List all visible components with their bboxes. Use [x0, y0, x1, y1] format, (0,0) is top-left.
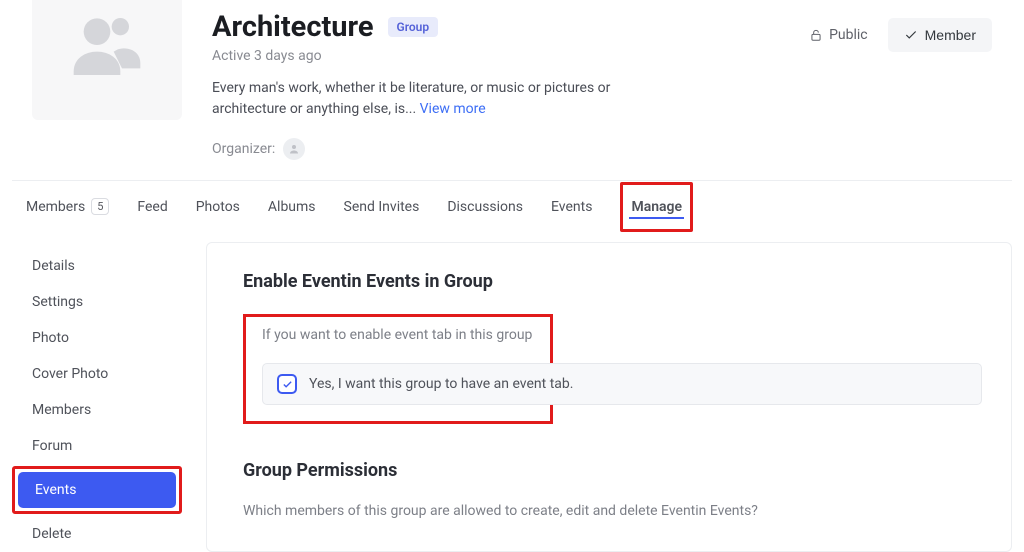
tab-albums[interactable]: Albums [268, 185, 316, 229]
tab-manage[interactable]: Manage [629, 189, 684, 225]
group-title: Architecture [212, 10, 374, 44]
highlight-sidebar-events: Events [12, 466, 182, 514]
organizer-label: Organizer: [212, 141, 275, 157]
sidebar-item-delete[interactable]: Delete [12, 516, 182, 552]
tabs-nav: Members 5 Feed Photos Albums Send Invite… [12, 180, 1012, 232]
members-count-badge: 5 [91, 198, 109, 215]
check-icon [282, 379, 293, 390]
enable-events-hint: If you want to enable event tab in this … [262, 327, 534, 343]
enable-events-checkbox-row[interactable]: Yes, I want this group to have an event … [262, 363, 982, 405]
group-icon [67, 5, 147, 85]
group-permissions-title: Group Permissions [243, 460, 975, 481]
sidebar-item-forum[interactable]: Forum [12, 428, 182, 464]
privacy-indicator: Public [809, 27, 868, 43]
highlight-enable-section: If you want to enable event tab in this … [243, 314, 553, 424]
unlock-icon [809, 28, 823, 42]
member-button-label: Member [925, 27, 976, 43]
sidebar-item-members[interactable]: Members [12, 392, 182, 428]
sidebar-item-photo[interactable]: Photo [12, 320, 182, 356]
sidebar-item-details[interactable]: Details [12, 248, 182, 284]
tab-members[interactable]: Members 5 [26, 184, 109, 229]
group-type-badge: Group [388, 17, 439, 37]
tab-events[interactable]: Events [551, 185, 592, 229]
privacy-label: Public [829, 27, 868, 43]
tab-discussions[interactable]: Discussions [447, 185, 523, 229]
member-status-button[interactable]: Member [888, 18, 992, 52]
description-text: Every man's work, whether it be literatu… [212, 80, 610, 117]
enable-events-checkbox[interactable] [277, 374, 297, 394]
sidebar-item-cover-photo[interactable]: Cover Photo [12, 356, 182, 392]
group-avatar [32, 0, 182, 120]
highlight-manage-tab: Manage [620, 182, 693, 232]
sidebar-item-settings[interactable]: Settings [12, 284, 182, 320]
check-icon [904, 28, 918, 42]
tab-feed[interactable]: Feed [137, 185, 167, 229]
enable-events-checkbox-label: Yes, I want this group to have an event … [309, 376, 573, 392]
user-icon [288, 143, 300, 155]
view-more-link[interactable]: View more [420, 101, 486, 117]
manage-sidebar: Details Settings Photo Cover Photo Membe… [12, 242, 182, 552]
tab-send-invites[interactable]: Send Invites [344, 185, 420, 229]
sidebar-item-events[interactable]: Events [18, 472, 176, 508]
tab-photos[interactable]: Photos [196, 185, 240, 229]
organizer-avatar[interactable] [283, 138, 305, 160]
tab-members-label: Members [26, 199, 85, 215]
group-permissions-hint: Which members of this group are allowed … [243, 503, 975, 519]
manage-content: Enable Eventin Events in Group If you wa… [206, 242, 1012, 552]
enable-events-title: Enable Eventin Events in Group [243, 271, 975, 292]
group-description: Every man's work, whether it be literatu… [212, 78, 652, 120]
